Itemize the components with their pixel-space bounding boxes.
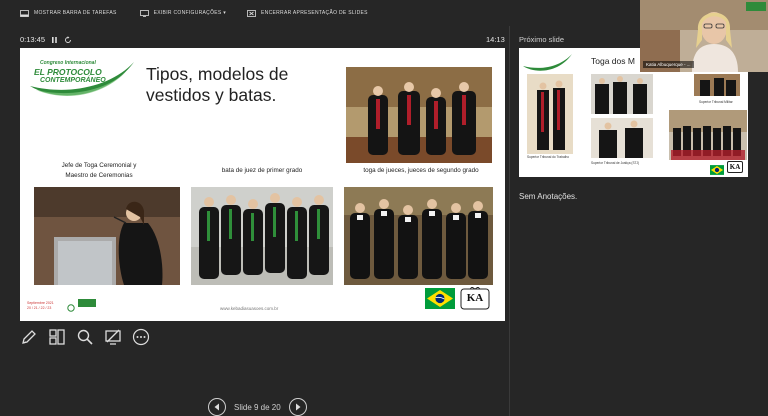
end-show-label: ENCERRAR APRESENTAÇÃO DE SLIDES [261, 10, 368, 16]
thumb-photo-a [527, 74, 573, 154]
more-icon[interactable] [132, 328, 150, 346]
next-slide-title: Toga dos M [591, 56, 635, 66]
slide-navigation: Slide 9 de 20 [208, 398, 307, 416]
pen-icon[interactable] [20, 328, 38, 346]
prev-icon [214, 403, 219, 411]
show-taskbar-button[interactable]: MOSTRAR BARRA DE TAREFAS [20, 9, 117, 17]
participant-video[interactable]: Katia Albuquerque - ... [640, 0, 768, 72]
sponsor-logo [78, 299, 96, 307]
zoom-icon[interactable] [76, 328, 94, 346]
current-slide[interactable]: Congreso Internacional EL PROTOCOLO CONT… [20, 48, 505, 321]
photo-ceremonial-speaker [34, 187, 180, 285]
next-slide-label: Próximo slide [519, 35, 565, 44]
slide-counter: Slide 9 de 20 [234, 402, 281, 412]
display-settings-label: EXIBIR CONFIGURAÇÕES ▾ [153, 10, 227, 16]
congress-logo: Congreso Internacional EL PROTOCOLO CONT… [26, 56, 136, 100]
photo-second-grade-judges [344, 187, 493, 285]
end-show-button[interactable]: ENCERRAR APRESENTAÇÃO DE SLIDES [247, 9, 368, 17]
thumb-photo-b1 [591, 74, 653, 114]
thumb-cap-b: Superior Tribunal de Justiça (STJ) [591, 161, 639, 165]
top-toolbar: MOSTRAR BARRA DE TAREFAS EXIBIR CONFIGUR… [0, 0, 640, 26]
photo-judges-group [346, 67, 492, 163]
screen-icon[interactable] [104, 328, 122, 346]
clock: 14:13 [486, 35, 505, 44]
brazil-flag-icon [425, 288, 455, 309]
caption-1-line2: Maestro de Ceremonias [65, 172, 133, 179]
participant-name: Katia Albuquerque - ... [643, 61, 694, 68]
thumb-cap-c: Superior Tribunal Militar [699, 100, 733, 104]
timer-controls: 0:13:45 [20, 35, 72, 44]
thumb-logo-icon [523, 54, 572, 71]
ka-text: KA [466, 292, 484, 304]
settings-icon [139, 9, 149, 17]
display-settings-button[interactable]: EXIBIR CONFIGURAÇÕES ▾ [139, 9, 227, 17]
next-slide-button[interactable] [288, 398, 307, 416]
slide-title: Tipos, modelos de vestidos y batas. [146, 64, 356, 106]
thumb-ka-logo: KA [727, 161, 743, 173]
website-url: www.kebadiasuasoes.com.br [220, 306, 279, 311]
previous-slide-button[interactable] [208, 398, 226, 416]
elapsed-time: 0:13:45 [20, 35, 46, 44]
slide-title-line1: Tipos, modelos de [146, 64, 289, 84]
taskbar-icon [20, 9, 29, 17]
next-icon [295, 403, 301, 411]
restart-icon[interactable] [64, 35, 72, 44]
congress-date: Septiembre 2021 20 / 21 / 22 / 23 [27, 301, 54, 311]
logo-line3: CONTEMPORÁNEO [40, 77, 106, 84]
presenter-tools [20, 328, 150, 346]
thumb-cap-b-text: Superior Tribunal de Justiça [591, 161, 631, 165]
photo-first-grade-judges [191, 187, 333, 285]
thumb-photo-b2 [591, 118, 653, 158]
thumb-cap-a: Superior Tribunal do Trabalho [527, 155, 569, 159]
grid-icon[interactable] [48, 328, 66, 346]
thumb-brazil-flag-icon [710, 162, 724, 175]
caption-ceremonial: Jefe de Toga Ceremonial y Maestro de Cer… [36, 161, 162, 181]
caption-1-line1: Jefe de Toga Ceremonial y [61, 162, 137, 169]
thumb-photo-c1 [694, 74, 740, 96]
pause-icon[interactable] [51, 36, 58, 44]
caption-first-grade: bata de juez de primer grado [221, 167, 303, 174]
sponsor-icon [67, 299, 75, 312]
thumb-photo-c2 [669, 110, 747, 160]
speaker-notes: Sem Anotações. [519, 192, 578, 201]
end-show-icon [247, 9, 256, 17]
thumb-cap-b2-text: (STJ) [631, 161, 640, 165]
date-line2: 20 / 21 / 22 / 23 [27, 306, 52, 310]
ka-logo: KA [460, 287, 490, 310]
panel-divider [509, 26, 510, 416]
show-taskbar-label: MOSTRAR BARRA DE TAREFAS [34, 10, 117, 16]
slide-title-line2: vestidos y batas. [146, 85, 277, 105]
logo-line2: EL PROTOCOLO [34, 67, 102, 77]
caption-second-grade: toga de jueces, jueces de segundo grado [363, 167, 479, 174]
logo-line1: Congreso Internacional [40, 60, 96, 66]
